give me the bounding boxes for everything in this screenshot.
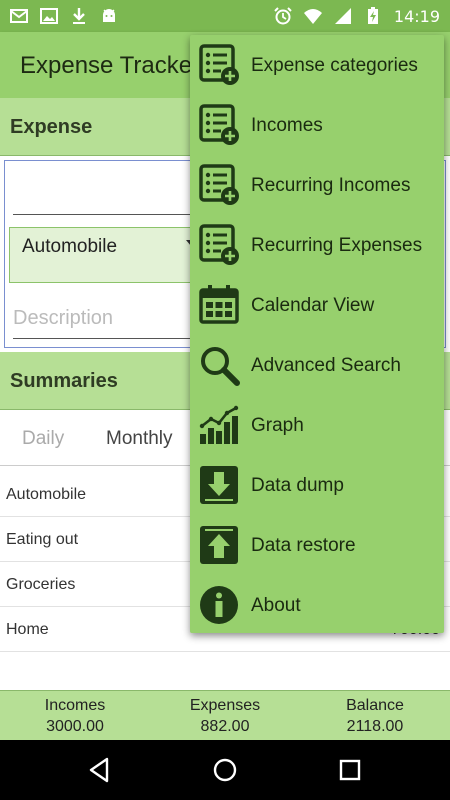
navigation-bar <box>0 740 450 800</box>
incomes-label: Incomes <box>44 697 106 714</box>
app-title: Expense Tracker <box>20 52 200 79</box>
menu-item-graph[interactable]: Graph <box>190 395 444 455</box>
expenses-value: 882.00 <box>200 718 250 735</box>
balance-total: Balance 2118.00 <box>300 695 450 737</box>
incomes-value: 3000.00 <box>46 718 104 735</box>
menu-item-label: Data restore <box>251 535 356 556</box>
menu-item-label: Graph <box>251 415 304 436</box>
android-icon <box>103 9 115 22</box>
menu-item-expense-categories[interactable]: Expense categories <box>190 35 444 95</box>
menu-item-label: Data dump <box>251 475 344 496</box>
tab-monthly[interactable]: Monthly <box>106 428 173 450</box>
menu-item-data-dump[interactable]: Data dump <box>190 455 444 515</box>
home-icon[interactable] <box>210 756 240 784</box>
list-add-icon <box>199 44 239 85</box>
clock-time: 14:19 <box>393 6 440 26</box>
calendar-icon <box>199 285 239 324</box>
recents-icon[interactable] <box>335 756 365 784</box>
upload-box-icon <box>200 526 238 564</box>
summary-category: Eating out <box>6 531 79 548</box>
summary-category: Automobile <box>6 486 87 503</box>
menu-item-incomes[interactable]: Incomes <box>190 95 444 155</box>
menu-item-advanced-search[interactable]: Advanced Search <box>190 335 444 395</box>
incomes-total: Incomes 3000.00 <box>0 695 150 737</box>
menu-item-label: About <box>251 595 301 616</box>
mail-icon <box>10 9 28 23</box>
notification-icons <box>10 7 118 25</box>
menu-item-data-restore[interactable]: Data restore <box>190 515 444 575</box>
menu-item-label: Advanced Search <box>251 355 401 376</box>
menu-item-about[interactable]: About <box>190 575 444 635</box>
balance-label: Balance <box>346 697 404 714</box>
category-select-value: Automobile <box>22 236 118 257</box>
status-bar: 14:19 <box>0 0 450 32</box>
download-icon <box>73 8 85 24</box>
summary-category: Home <box>6 621 49 638</box>
menu-item-recurring-expenses[interactable]: Recurring Expenses <box>190 215 444 275</box>
list-add-icon <box>199 164 239 205</box>
list-add-icon <box>199 104 239 145</box>
summary-category: Groceries <box>6 576 76 593</box>
menu-item-label: Recurring Incomes <box>251 175 411 196</box>
expenses-total: Expenses 882.00 <box>150 695 300 737</box>
magnifier-icon <box>201 347 240 386</box>
menu-item-calendar-view[interactable]: Calendar View <box>190 275 444 335</box>
signal-icon <box>334 8 351 24</box>
summaries-header-label: Summaries <box>10 370 118 392</box>
download-box-icon <box>200 466 238 504</box>
menu-item-label: Incomes <box>251 115 323 136</box>
back-icon[interactable] <box>85 756 115 784</box>
list-add-icon <box>199 224 239 265</box>
battery-charging-icon <box>367 7 378 24</box>
menu-item-label: Recurring Expenses <box>251 235 423 256</box>
overflow-menu: Expense categories Incomes Recurring Inc… <box>190 35 444 633</box>
alarm-icon <box>274 7 292 25</box>
totals-bar: Incomes 3000.00 Expenses 882.00 Balance … <box>0 690 450 740</box>
info-icon <box>200 586 238 624</box>
expenses-label: Expenses <box>189 697 261 714</box>
tab-daily[interactable]: Daily <box>22 428 64 450</box>
system-icons: 14:19 <box>274 7 440 26</box>
balance-value: 2118.00 <box>346 718 404 735</box>
menu-item-label: Expense categories <box>251 55 418 76</box>
menu-item-recurring-incomes[interactable]: Recurring Incomes <box>190 155 444 215</box>
image-icon <box>40 8 58 24</box>
wifi-icon <box>303 9 322 24</box>
menu-item-label: Calendar View <box>251 295 375 316</box>
bar-graph-icon <box>199 405 239 444</box>
expense-header-label: Expense <box>10 116 93 138</box>
